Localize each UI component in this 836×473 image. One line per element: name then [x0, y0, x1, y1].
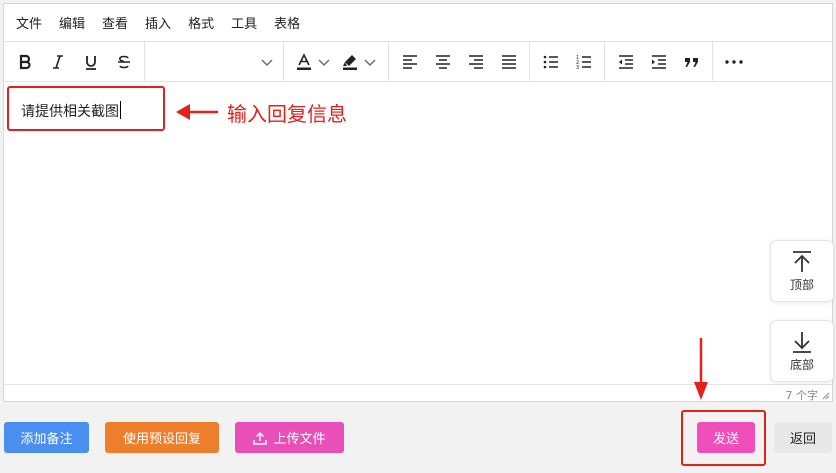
- font-color-button[interactable]: [290, 42, 334, 82]
- menu-file[interactable]: 文件: [16, 13, 42, 32]
- upload-icon: [253, 431, 268, 445]
- blockquote-icon: [684, 57, 698, 67]
- underline-icon: [85, 55, 96, 70]
- menu-insert[interactable]: 插入: [145, 13, 171, 32]
- align-right-icon: [468, 54, 483, 69]
- outdent-button[interactable]: [609, 47, 642, 77]
- bold-button[interactable]: [8, 47, 41, 77]
- annotation-highlight-send: [681, 410, 766, 466]
- outdent-icon: [618, 54, 633, 69]
- word-count: 7 个字: [785, 389, 819, 402]
- indent-button[interactable]: [642, 47, 675, 77]
- annotation-arrow-left-icon: [176, 104, 218, 120]
- menu-edit[interactable]: 编辑: [59, 13, 85, 32]
- arrow-down-icon: [793, 331, 811, 353]
- scroll-bottom-label: 底部: [789, 357, 814, 372]
- blockquote-button[interactable]: [675, 47, 708, 77]
- bullet-list-icon: [543, 55, 558, 68]
- more-icon: [724, 59, 743, 64]
- upload-file-button[interactable]: 上传文件: [235, 422, 344, 453]
- align-right-button[interactable]: [459, 47, 492, 77]
- chevron-down-icon: [364, 59, 375, 66]
- highlight-icon: [342, 54, 357, 70]
- align-left-button[interactable]: [393, 47, 426, 77]
- align-justify-icon: [501, 54, 516, 69]
- bold-icon: [19, 54, 31, 69]
- highlight-button[interactable]: [334, 42, 382, 82]
- add-note-button[interactable]: 添加备注: [4, 422, 89, 453]
- italic-button[interactable]: [41, 47, 74, 77]
- font-color-icon: [296, 52, 311, 70]
- chevron-down-icon: [318, 59, 329, 66]
- strikethrough-button[interactable]: [107, 47, 140, 77]
- align-center-icon: [435, 54, 450, 69]
- menu-table[interactable]: 表格: [274, 13, 300, 32]
- align-center-button[interactable]: [426, 47, 459, 77]
- numbered-list-button[interactable]: 123: [567, 47, 600, 77]
- indent-icon: [651, 54, 666, 69]
- scroll-bottom-button[interactable]: 底部: [770, 320, 834, 382]
- scroll-top-button[interactable]: 顶部: [770, 240, 834, 302]
- italic-icon: [52, 54, 63, 69]
- resize-handle-icon[interactable]: [821, 391, 830, 400]
- menu-tools[interactable]: 工具: [231, 13, 257, 32]
- annotation-arrow-down-icon: [694, 338, 708, 400]
- svg-text:3: 3: [576, 65, 579, 70]
- arrow-up-icon: [793, 250, 811, 272]
- upload-file-label: 上传文件: [273, 432, 326, 447]
- use-preset-reply-button[interactable]: 使用预设回复: [105, 422, 219, 453]
- bullet-list-button[interactable]: [534, 47, 567, 77]
- annotation-highlight-input: [7, 86, 165, 131]
- back-button[interactable]: 返回: [774, 422, 832, 453]
- menu-format[interactable]: 格式: [188, 13, 214, 32]
- numbered-list-icon: 123: [576, 55, 591, 70]
- more-button[interactable]: [717, 47, 750, 77]
- strikethrough-icon: [117, 55, 130, 68]
- format-toolbar: 123: [4, 41, 832, 82]
- annotation-text: 输入回复信息: [227, 102, 347, 126]
- font-size-select[interactable]: [145, 42, 283, 82]
- scroll-top-label: 顶部: [789, 277, 814, 292]
- align-left-icon: [402, 54, 417, 69]
- menu-view[interactable]: 查看: [102, 13, 128, 32]
- align-justify-button[interactable]: [492, 47, 525, 77]
- menu-bar: 文件 编辑 查看 插入 格式 工具 表格: [4, 4, 832, 42]
- underline-button[interactable]: [74, 47, 107, 77]
- chevron-down-icon: [261, 59, 273, 66]
